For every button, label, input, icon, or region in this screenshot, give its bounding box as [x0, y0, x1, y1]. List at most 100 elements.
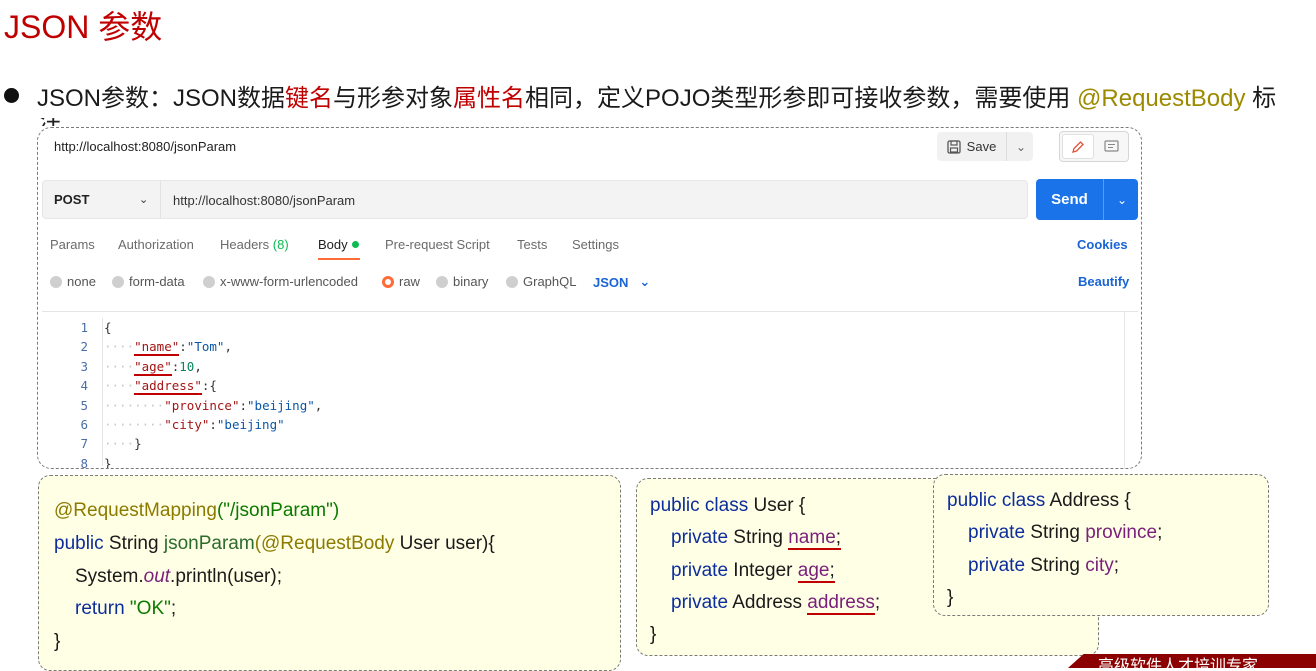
chevron-down-icon: ⌄: [639, 274, 651, 289]
request-bar: POST ⌄ http://localhost:8080/jsonParam: [42, 180, 1028, 219]
send-button[interactable]: Send: [1036, 179, 1104, 220]
radio-graphql[interactable]: GraphQL: [506, 274, 576, 289]
json-key-age: "age": [134, 358, 172, 376]
beautify-button[interactable]: Beautify: [1078, 274, 1129, 289]
bullet-part: JSON参数：JSON数据: [37, 85, 286, 112]
line-number: 6: [80, 416, 88, 432]
bullet-annotation: @RequestBody: [1077, 85, 1246, 112]
editor-scrollbar[interactable]: [1124, 312, 1138, 468]
punct: ;: [874, 592, 881, 613]
request-tab-header: http://localhost:8080/jsonParam Save ⌄: [38, 128, 1141, 168]
postman-window: http://localhost:8080/jsonParam Save ⌄ P…: [37, 127, 1142, 469]
json-value: "beijing": [216, 416, 285, 432]
tab-settings[interactable]: Settings: [572, 237, 619, 252]
save-label: Save: [966, 139, 997, 154]
code-line: }: [104, 454, 322, 469]
chevron-down-icon: ⌄: [139, 194, 149, 206]
keyword: private: [968, 555, 1026, 576]
code-line: }: [54, 631, 60, 653]
radio-icon: [50, 275, 62, 288]
keyword: public class: [650, 495, 749, 516]
tab-params[interactable]: Params: [50, 237, 95, 252]
tab-pre-request-script[interactable]: Pre-request Script: [385, 237, 490, 252]
json-code: { ····"name":"Tom", ····"age":10, ····"a…: [104, 318, 322, 469]
method-select[interactable]: POST ⌄: [43, 181, 161, 218]
line-number: 3: [80, 358, 88, 374]
save-button[interactable]: Save: [937, 132, 1007, 161]
body-editor[interactable]: 1 2 3 4 5 6 7 8 { ····"name":"Tom", ····…: [42, 311, 1138, 469]
type: String: [1025, 555, 1086, 576]
code-line: private Integer age;: [671, 560, 835, 583]
radio-selected-icon: [382, 275, 394, 288]
tab-body[interactable]: Body: [318, 237, 359, 252]
line-number: 5: [80, 397, 88, 413]
slide-title: JSON 参数: [4, 9, 163, 45]
field-province: province: [1085, 522, 1158, 543]
line-number: 4: [80, 378, 88, 394]
params: User user){: [394, 533, 495, 554]
save-options-button[interactable]: ⌄: [1009, 132, 1033, 161]
tab-authorization[interactable]: Authorization: [118, 237, 194, 252]
radio-binary[interactable]: binary: [436, 274, 488, 289]
identifier: System.: [75, 566, 144, 587]
string: "OK": [129, 598, 171, 619]
brace: }: [650, 624, 657, 645]
chevron-down-icon: ⌄: [1015, 139, 1027, 154]
bullet-highlight-key: 键名: [285, 85, 334, 112]
radio-none[interactable]: none: [50, 274, 96, 289]
pencil-icon: [1072, 140, 1084, 153]
code-line: ····}: [104, 436, 142, 452]
address-class-box: public class Address { private String pr…: [933, 474, 1269, 616]
code-line: private String province;: [968, 522, 1162, 544]
radio-form-data[interactable]: form-data: [112, 274, 185, 289]
punct: ;: [1157, 522, 1163, 543]
radio-label: GraphQL: [523, 274, 577, 289]
type: String: [1025, 522, 1086, 543]
body-active-dot-icon: [351, 241, 359, 248]
send-options-button[interactable]: ⌄: [1106, 179, 1138, 220]
line-number: 1: [80, 320, 88, 335]
field-address: address: [807, 592, 875, 615]
punct: ;: [170, 598, 177, 619]
bullet-text: JSON参数：JSON数据键名与形参对象属性名相同，定义POJO类型形参即可接收…: [4, 78, 1276, 113]
keyword: public: [54, 533, 104, 554]
json-key-name: "name": [134, 339, 180, 357]
tab-headers[interactable]: Headers (8): [220, 237, 289, 252]
radio-icon: [506, 275, 518, 288]
field-city: city: [1085, 555, 1114, 576]
tab-tests[interactable]: Tests: [517, 237, 547, 252]
tab-body-label: Body: [318, 237, 348, 252]
code-line: {: [104, 318, 322, 337]
code-line: }: [650, 624, 656, 646]
punct: ;: [1113, 555, 1120, 576]
keyword: private: [671, 560, 729, 581]
code-line: private Address address;: [671, 592, 881, 615]
edit-button[interactable]: [1062, 134, 1094, 159]
brace: }: [104, 455, 112, 469]
send-group: Send ⌄: [1036, 179, 1138, 220]
radio-x-www-form-urlencoded[interactable]: x-www-form-urlencoded: [203, 274, 358, 289]
code-line: private String name;: [671, 527, 842, 550]
code-line: ····"name":"Tom",: [104, 339, 232, 357]
brace: }: [134, 436, 142, 452]
method-label: POST: [54, 192, 90, 207]
json-key-province: "province": [164, 397, 240, 413]
type: Address: [728, 592, 808, 613]
keyword: private: [968, 522, 1026, 543]
brace: }: [947, 587, 954, 608]
url-input[interactable]: http://localhost:8080/jsonParam: [173, 193, 355, 208]
radio-raw[interactable]: raw: [382, 274, 420, 289]
body-format-select[interactable]: JSON ⌄: [593, 274, 650, 290]
request-tab-title[interactable]: http://localhost:8080/jsonParam: [54, 139, 236, 154]
gutter-divider: [102, 318, 103, 466]
code-line: public class User {: [650, 495, 805, 517]
brace: }: [54, 631, 61, 652]
code-line: private String city;: [968, 555, 1119, 577]
cookies-link[interactable]: Cookies: [1077, 237, 1128, 252]
comments-button[interactable]: [1096, 134, 1126, 159]
radio-label: x-www-form-urlencoded: [220, 274, 358, 289]
field-age: age;: [797, 560, 835, 583]
code-line: public String jsonParam(@RequestBody Use…: [54, 533, 495, 555]
headers-count: (8): [272, 237, 289, 252]
keyword: private: [671, 592, 729, 613]
